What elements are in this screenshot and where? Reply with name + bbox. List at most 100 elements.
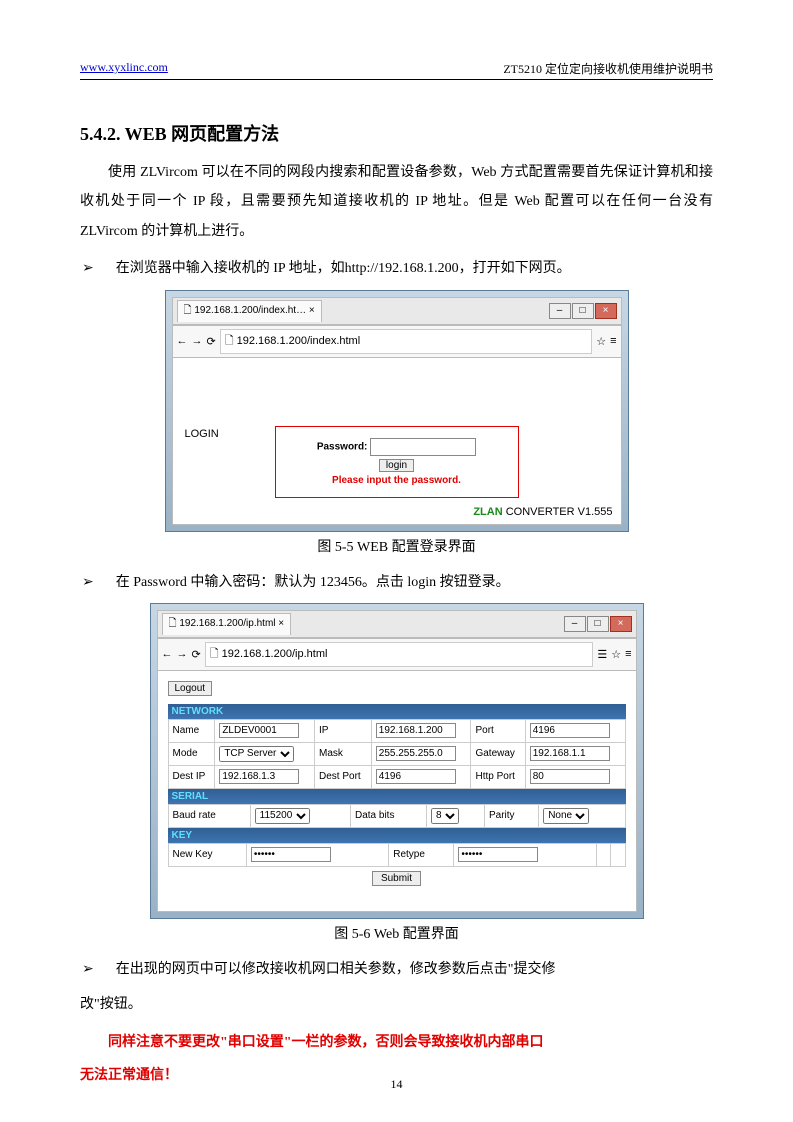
paragraph-intro: 使用 ZLVircom 可以在不同的网段内搜索和配置设备参数，Web 方式配置需…: [80, 158, 713, 246]
destip-label: Dest IP: [168, 765, 215, 788]
maximize-icon[interactable]: □: [572, 303, 594, 319]
databits-select[interactable]: 8: [431, 808, 459, 824]
destport-input[interactable]: [376, 769, 456, 784]
bookmark-icon[interactable]: ☆: [611, 648, 621, 661]
page-header: www.xyxlinc.com ZT5210 定位定向接收机使用维护说明书: [80, 60, 713, 80]
mask-input[interactable]: [376, 746, 456, 761]
port-label: Port: [471, 719, 525, 742]
translate-icon[interactable]: ☰: [597, 648, 607, 661]
address-bar-row: ← → ⟳ 🗋 192.168.1.200/ip.html ☰ ☆ ≡: [157, 638, 637, 671]
baud-select[interactable]: 115200: [255, 808, 310, 824]
warning-line-1: 同样注意不要更改"串口设置"一栏的参数，否则会导致接收机内部串口: [80, 1028, 713, 1057]
mask-label: Mask: [315, 742, 372, 765]
brand-text: ZLAN: [473, 506, 502, 518]
logout-button[interactable]: Logout: [168, 681, 213, 696]
url-text: 192.168.1.200/ip.html: [222, 648, 328, 660]
gateway-input[interactable]: [530, 746, 610, 761]
httpport-input[interactable]: [530, 769, 610, 784]
address-bar[interactable]: 🗋 192.168.1.200/index.html: [220, 329, 592, 354]
chevron-right-icon: ➢: [82, 568, 94, 597]
newkey-input[interactable]: [251, 847, 331, 862]
doc-title: ZT5210 定位定向接收机使用维护说明书: [503, 60, 713, 77]
screenshot-config: 🗋 192.168.1.200/ip.html × – □ × ← → ⟳ 🗋 …: [150, 603, 644, 919]
close-icon[interactable]: ×: [278, 618, 284, 629]
maximize-icon[interactable]: □: [587, 616, 609, 632]
chevron-right-icon: ➢: [82, 254, 94, 283]
converter-text: CONVERTER V1.555: [506, 506, 613, 518]
config-page-content: Logout NETWORK Name IP Port Mode TCP Ser…: [157, 671, 637, 912]
login-error-message: Please input the password.: [282, 475, 512, 486]
menu-icon[interactable]: ≡: [610, 335, 616, 347]
port-input[interactable]: [530, 723, 610, 738]
parity-label: Parity: [485, 804, 539, 827]
minimize-icon[interactable]: –: [549, 303, 571, 319]
close-window-icon[interactable]: ×: [610, 616, 632, 632]
page-number: 14: [0, 1077, 793, 1092]
page-icon: 🗋: [184, 305, 192, 316]
minimize-icon[interactable]: –: [564, 616, 586, 632]
retype-input[interactable]: [458, 847, 538, 862]
page-icon: 🗋: [169, 618, 177, 629]
chevron-right-icon: ➢: [82, 955, 94, 984]
page-content: LOGIN Password: login Please input the p…: [172, 358, 622, 525]
forward-icon[interactable]: →: [192, 335, 203, 347]
tab-title: 192.168.1.200/index.ht…: [194, 305, 306, 316]
databits-label: Data bits: [350, 804, 426, 827]
address-bar-row: ← → ⟳ 🗋 192.168.1.200/index.html ☆ ≡: [172, 325, 622, 358]
baud-label: Baud rate: [168, 804, 250, 827]
page-icon: 🗋: [225, 335, 237, 347]
serial-table: Baud rate 115200 Data bits 8 Parity None: [168, 804, 626, 828]
reload-icon[interactable]: ⟳: [207, 335, 216, 348]
browser-tab[interactable]: 🗋 192.168.1.200/ip.html ×: [162, 613, 292, 635]
password-label: Password:: [317, 441, 368, 452]
close-icon[interactable]: ×: [309, 305, 315, 316]
reload-icon[interactable]: ⟳: [192, 648, 201, 661]
serial-section-header: SERIAL: [168, 789, 626, 804]
address-bar[interactable]: 🗋 192.168.1.200/ip.html: [205, 642, 594, 667]
password-input[interactable]: [370, 438, 476, 456]
login-form: Password: login Please input the passwor…: [275, 426, 519, 498]
bullet-text-2: 在 Password 中输入密码：默认为 123456。点击 login 按钮登…: [116, 568, 510, 597]
bullet-item-3: ➢ 在出现的网页中可以修改接收机网口相关参数，修改参数后点击"提交修: [80, 955, 713, 984]
figure-caption-1: 图 5-5 WEB 配置登录界面: [80, 536, 713, 556]
back-icon[interactable]: ←: [162, 648, 173, 660]
bullet-text-3b: 改"按钮。: [80, 990, 713, 1019]
network-table: Name IP Port Mode TCP Server Mask Gatewa…: [168, 719, 626, 789]
figure-caption-2: 图 5-6 Web 配置界面: [80, 923, 713, 943]
name-label: Name: [168, 719, 215, 742]
screenshot-login: 🗋 192.168.1.200/index.ht… × – □ × ← → ⟳ …: [165, 290, 629, 532]
destport-label: Dest Port: [315, 765, 372, 788]
login-button[interactable]: login: [379, 459, 414, 472]
bullet-text-1: 在浏览器中输入接收机的 IP 地址，如http://192.168.1.200，…: [116, 254, 571, 283]
url-text: 192.168.1.200/index.html: [237, 335, 361, 347]
submit-button[interactable]: Submit: [372, 871, 421, 886]
menu-icon[interactable]: ≡: [625, 648, 631, 660]
converter-badge: ZLAN CONVERTER V1.555: [473, 506, 612, 518]
page-icon: 🗋: [210, 648, 222, 660]
bookmark-icon[interactable]: ☆: [596, 335, 606, 348]
newkey-label: New Key: [168, 843, 246, 866]
bullet-item-1: ➢ 在浏览器中输入接收机的 IP 地址，如http://192.168.1.20…: [80, 254, 713, 283]
mode-select[interactable]: TCP Server: [219, 746, 294, 762]
parity-select[interactable]: None: [543, 808, 589, 824]
section-heading: 5.4.2. WEB 网页配置方法: [80, 120, 713, 146]
key-section-header: KEY: [168, 828, 626, 843]
network-section-header: NETWORK: [168, 704, 626, 719]
name-input[interactable]: [219, 723, 299, 738]
ip-label: IP: [315, 719, 372, 742]
close-window-icon[interactable]: ×: [595, 303, 617, 319]
forward-icon[interactable]: →: [177, 648, 188, 660]
browser-tabbar: 🗋 192.168.1.200/index.ht… × – □ ×: [172, 297, 622, 325]
browser-tabbar: 🗋 192.168.1.200/ip.html × – □ ×: [157, 610, 637, 638]
destip-input[interactable]: [219, 769, 299, 784]
gateway-label: Gateway: [471, 742, 525, 765]
back-icon[interactable]: ←: [177, 335, 188, 347]
login-heading: LOGIN: [185, 428, 219, 440]
httpport-label: Http Port: [471, 765, 525, 788]
bullet-text-3a: 在出现的网页中可以修改接收机网口相关参数，修改参数后点击"提交修: [116, 955, 556, 984]
browser-tab[interactable]: 🗋 192.168.1.200/index.ht… ×: [177, 300, 322, 322]
ip-input[interactable]: [376, 723, 456, 738]
tab-title: 192.168.1.200/ip.html: [179, 618, 275, 629]
bullet-item-2: ➢ 在 Password 中输入密码：默认为 123456。点击 login 按…: [80, 568, 713, 597]
site-link[interactable]: www.xyxlinc.com: [80, 60, 168, 77]
